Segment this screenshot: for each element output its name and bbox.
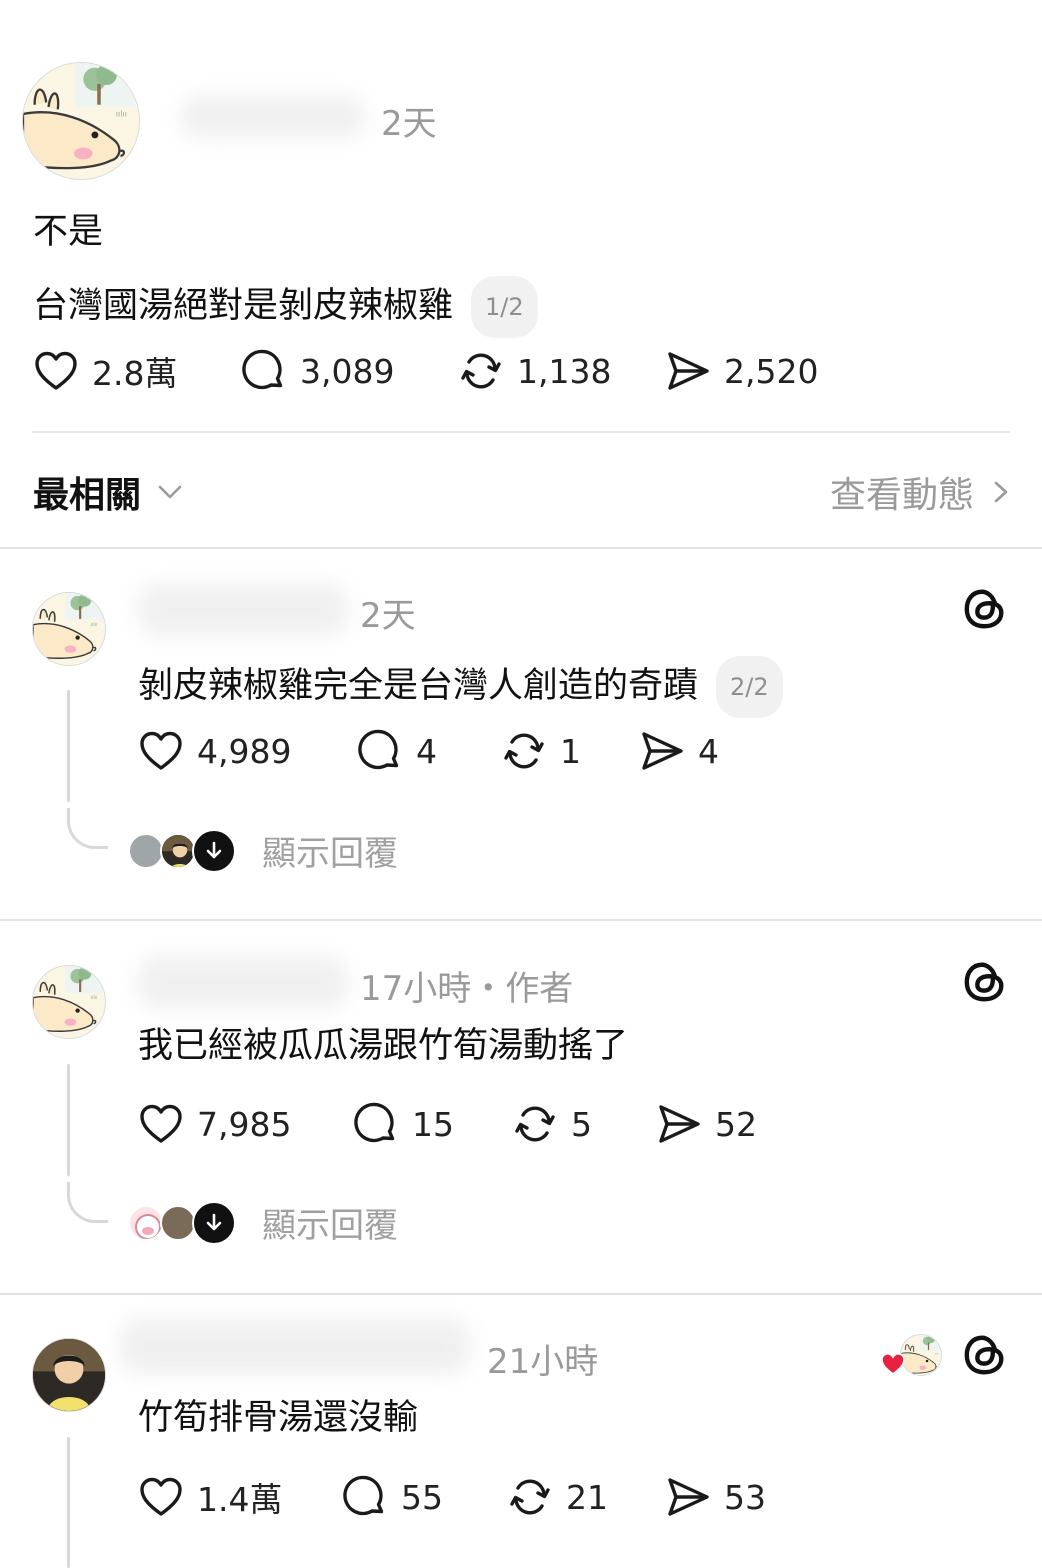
reply-2-repost-count: 5 (571, 1104, 592, 1144)
section-divider (0, 547, 1042, 549)
reply-1-thread-line (67, 690, 70, 802)
reply-3-comment-count: 55 (401, 1477, 443, 1517)
comment-icon (341, 1473, 389, 1521)
reply-1-repost-button[interactable]: 1 (500, 727, 581, 775)
reply-2-share-button[interactable]: 52 (655, 1100, 757, 1148)
author-liked-indicator (878, 1334, 942, 1382)
reply-1-like-button[interactable]: 4,989 (137, 727, 291, 775)
reply-2-thread-line (67, 1064, 70, 1176)
post-author-avatar[interactable] (22, 62, 140, 180)
reply-2-thread-curve (67, 1182, 108, 1223)
reply-2-text: 我已經被瓜瓜湯跟竹筍湯動搖了 (138, 1026, 629, 1066)
comment-icon (352, 1100, 400, 1148)
reply-1-text: 剝皮辣椒雞完全是台灣人創造的奇蹟 2/2 (138, 656, 783, 718)
repost-icon (457, 347, 505, 395)
reply-1-timestamp: 2天 (360, 596, 416, 636)
reply-2-comment-count: 15 (412, 1104, 454, 1144)
post-text-line-2: 台灣國湯絕對是剝皮辣椒雞 1/2 (33, 276, 538, 338)
reply-1-avatar[interactable] (32, 592, 106, 666)
show-replies-label: 顯示回覆 (262, 1206, 398, 1246)
reply-3-share-button[interactable]: 53 (664, 1473, 766, 1521)
chevron-down-icon (158, 485, 182, 499)
reply-1-text-content: 剝皮辣椒雞完全是台灣人創造的奇蹟 (138, 666, 699, 706)
reply-3-repost-count: 21 (566, 1477, 608, 1517)
reply-1-author-redacted[interactable] (138, 584, 348, 636)
arrow-down-icon (192, 1200, 236, 1245)
reply-2-timestamp: 17小時・作者 (360, 969, 574, 1009)
post-divider (32, 431, 1010, 433)
reply-2-author-redacted[interactable] (138, 956, 348, 1008)
reply-3-like-count: 1.4萬 (197, 1480, 283, 1519)
reply-2-like-count: 7,985 (197, 1104, 292, 1144)
chevron-right-icon (994, 481, 1008, 503)
reply-3-text: 竹筍排骨湯還沒輸 (138, 1398, 419, 1438)
threads-logo-icon[interactable] (962, 959, 1008, 1005)
reply-1-share-button[interactable]: 4 (638, 727, 719, 775)
heart-icon (137, 727, 185, 775)
reply-3-timestamp: 21小時 (487, 1342, 599, 1382)
share-icon (664, 347, 712, 395)
reply-3-like-button[interactable]: 1.4萬 (137, 1473, 282, 1521)
reply-3-avatar[interactable] (32, 1338, 106, 1412)
reply-3-thread-line (67, 1437, 70, 1568)
repost-icon (506, 1473, 554, 1521)
sort-label: 最相關 (33, 475, 142, 516)
reply-3-share-count: 53 (724, 1477, 766, 1517)
reply-divider (0, 919, 1042, 921)
post-text-line-2-content: 台灣國湯絕對是剝皮辣椒雞 (33, 286, 454, 326)
post-comment-button[interactable]: 3,089 (240, 347, 394, 395)
comment-icon (240, 347, 288, 395)
reply-2-show-replies[interactable]: 顯示回覆 (128, 1198, 398, 1247)
post-like-button[interactable]: 2.8萬 (32, 347, 177, 395)
post-repost-button[interactable]: 1,138 (457, 347, 611, 395)
reply-1-repost-count: 1 (560, 731, 581, 771)
reply-divider (0, 1293, 1042, 1295)
post-share-count: 2,520 (724, 351, 819, 391)
post-page-pill: 1/2 (471, 276, 538, 338)
reply-3-comment-button[interactable]: 55 (341, 1473, 443, 1521)
share-icon (638, 727, 686, 775)
reply-1-show-replies[interactable]: 顯示回覆 (128, 826, 398, 875)
share-icon (655, 1100, 703, 1148)
post-comment-count: 3,089 (300, 351, 395, 391)
heart-icon (32, 347, 80, 395)
threads-logo-icon[interactable] (962, 586, 1008, 632)
heart-filled-icon (881, 1352, 905, 1375)
reply-2-like-button[interactable]: 7,985 (137, 1100, 291, 1148)
heart-icon (137, 1100, 185, 1148)
heart-icon (137, 1473, 185, 1521)
reply-2-comment-button[interactable]: 15 (352, 1100, 454, 1148)
view-activity-label: 查看動態 (829, 475, 974, 516)
reply-2-share-count: 52 (715, 1104, 757, 1144)
repost-icon (500, 727, 548, 775)
repost-icon (511, 1100, 559, 1148)
reply-1-comment-button[interactable]: 4 (356, 727, 437, 775)
reply-1-thread-curve (67, 808, 108, 849)
post-author-name-redacted[interactable] (180, 96, 365, 138)
reply-1-like-count: 4,989 (197, 731, 292, 771)
post-share-button[interactable]: 2,520 (664, 347, 818, 395)
reply-1-comment-count: 4 (416, 731, 437, 771)
show-replies-label: 顯示回覆 (262, 834, 398, 874)
reply-3-author-redacted[interactable] (120, 1318, 470, 1374)
reply-1-share-count: 4 (698, 731, 719, 771)
threads-logo-icon[interactable] (962, 1332, 1008, 1378)
arrow-down-icon (192, 828, 236, 873)
replier-avatar (160, 1204, 196, 1241)
post-text-line-1: 不是 (33, 212, 104, 252)
reply-1-page-pill: 2/2 (716, 656, 783, 718)
comment-icon (356, 727, 404, 775)
post-like-count: 2.8萬 (92, 354, 178, 393)
post-repost-count: 1,138 (517, 351, 612, 391)
reply-2-repost-button[interactable]: 5 (511, 1100, 592, 1148)
sort-dropdown[interactable]: 最相關 (33, 466, 185, 518)
reply-3-repost-button[interactable]: 21 (506, 1473, 608, 1521)
replier-avatar (128, 832, 164, 869)
view-activity-link[interactable]: 查看動態 (830, 466, 1012, 518)
share-icon (664, 1473, 712, 1521)
replier-avatar (128, 1204, 164, 1241)
post-timestamp: 2天 (381, 104, 437, 144)
reply-2-avatar[interactable] (32, 965, 106, 1039)
replier-avatar (160, 832, 196, 869)
